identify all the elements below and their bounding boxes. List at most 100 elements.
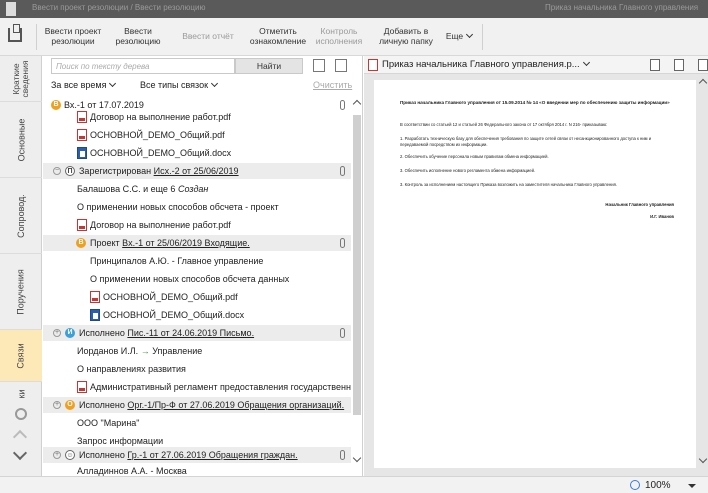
scroll-down-icon[interactable] <box>352 453 362 463</box>
viewer-scrollbar[interactable] <box>698 76 708 466</box>
link-title: Проект Вх.-1 от 25/06/2019 Входящие. <box>90 235 250 251</box>
gear-icon[interactable] <box>15 408 27 420</box>
expand-icon[interactable]: − <box>53 167 61 175</box>
tree-scrollbar[interactable] <box>352 97 362 467</box>
add-to-personal-folder-button[interactable]: Добавить в личную папку <box>374 26 438 46</box>
tree-row[interactable]: + О Исполнено Орг.-1/Пр-Ф от 27.06.2019 … <box>43 397 351 413</box>
attachment-icon <box>340 238 345 248</box>
file-name: ОСНОВНОЙ_DEMO_Общий.pdf <box>90 130 225 140</box>
tab-summary[interactable]: Краткие сведения <box>0 56 42 102</box>
document-icon[interactable] <box>698 59 708 71</box>
side-tabs: Краткие сведения Основные Сопровод. Пору… <box>0 56 42 476</box>
chevron-up-icon[interactable] <box>12 429 28 445</box>
zoom-icon[interactable] <box>630 480 640 490</box>
open-file-icon[interactable] <box>650 59 660 71</box>
scroll-thumb[interactable] <box>353 115 361 415</box>
file-name: ОСНОВНОЙ_DEMO_Общий.docx <box>90 148 232 158</box>
filters-bar: За все время Все типы связок Очистить <box>51 79 352 94</box>
letter-doc-icon: И <box>65 328 75 338</box>
tab-summary-label: Краткие сведения <box>11 60 30 97</box>
tree-search-input[interactable]: Поиск по тексту дерева <box>51 58 235 74</box>
chevron-down-icon <box>109 79 117 88</box>
link-type-filter[interactable]: Все типы связок <box>140 79 219 90</box>
clear-filters-link[interactable]: Очистить <box>313 80 352 90</box>
tree-row[interactable]: О направлениях развития <box>43 361 351 377</box>
tab-links[interactable]: Связи <box>0 330 42 382</box>
search-button[interactable]: Найти <box>235 58 303 74</box>
author-name: Иорданов И.Л. <box>77 346 139 356</box>
tree-row[interactable]: ООО "Марина" <box>43 415 351 431</box>
docx-file-icon <box>77 147 87 159</box>
tree-row[interactable]: + И Исполнено Пис.-11 от 24.06.2019 Пись… <box>43 325 351 341</box>
tree-row[interactable]: Балашова С.С. и еще 6 Создан <box>43 181 351 197</box>
scroll-down-icon[interactable] <box>698 454 708 464</box>
expand-icon[interactable]: + <box>53 329 61 337</box>
doc-link[interactable]: Вх.-1 от 25/06/2019 Входящие. <box>122 238 250 248</box>
doc-paragraph: В соответствии со статьей 12 и статьей 2… <box>400 122 608 127</box>
expand-icon[interactable]: + <box>53 451 61 459</box>
expand-icon[interactable]: + <box>53 401 61 409</box>
tab-main[interactable]: Основные <box>0 102 42 178</box>
author-name: Балашова С.С. и еще 6 <box>77 184 176 194</box>
file-name: ОСНОВНОЙ_DEMO_Общий.docx <box>103 310 245 320</box>
tree-row[interactable]: Договор на выполнение работ.pdf <box>43 109 351 125</box>
edit-icon[interactable] <box>335 59 347 72</box>
tree-row[interactable]: ОСНОВНОЙ_DEMO_Общий.docx <box>43 307 351 323</box>
recipient: Управление <box>152 346 203 356</box>
chevron-down-icon[interactable] <box>12 445 28 461</box>
doc-link[interactable]: Гр.-1 от 27.06.2019 Обращения граждан. <box>127 450 297 460</box>
link-status: Исполнено <box>79 328 125 338</box>
status-bar: 100% <box>0 476 708 493</box>
period-filter[interactable]: За все время <box>51 79 117 90</box>
more-menu-button[interactable]: Еще <box>444 30 474 41</box>
doc-paragraph: 3. Контроль за исполнением настоящего Пр… <box>400 182 618 187</box>
toolbar-button-label-line: ознакомление <box>249 36 307 46</box>
scroll-up-icon[interactable] <box>698 78 708 88</box>
window-title-left: Ввести проект резолюции / Ввести резолюц… <box>32 3 206 12</box>
doc-link[interactable]: Пис.-11 от 24.06.2019 Письмо. <box>127 328 254 338</box>
doc-link[interactable]: Исх.-2 от 25/06/2019 <box>154 166 239 176</box>
new-window-icon[interactable] <box>674 59 684 71</box>
create-report-button[interactable]: Ввести отчёт <box>178 31 238 41</box>
create-resolution-draft-button[interactable]: Ввести проект резолюции <box>44 26 102 46</box>
tree-row[interactable]: О применении новых способов обсчета данн… <box>43 271 351 287</box>
tree-row[interactable]: + ☺ Исполнено Гр.-1 от 27.06.2019 Обраще… <box>43 447 351 463</box>
doc-link[interactable]: Орг.-1/Пр-Ф от 27.06.2019 Обращения орга… <box>127 400 344 410</box>
doc-summary: О применении новых способов обсчета - пр… <box>77 202 279 212</box>
execution-control-button[interactable]: Контроль исполнения <box>314 26 364 46</box>
tab-assignments[interactable]: Поручения <box>0 254 42 330</box>
tree-row[interactable]: Договор на выполнение работ.pdf <box>43 217 351 233</box>
toolbar-button-label-line: резолюции <box>51 36 95 46</box>
tree-row[interactable]: ОСНОВНОЙ_DEMO_Общий.pdf <box>43 127 351 143</box>
tree-row[interactable]: Иорданов И.Л. → Управление <box>43 343 351 359</box>
tab-accompanying[interactable]: Сопровод. <box>0 178 42 254</box>
tree-row[interactable]: − П Зарегистрирован Исх.-2 от 25/06/2019 <box>43 163 351 179</box>
zoom-dropdown-icon[interactable] <box>688 484 696 488</box>
doc-summary: О применении новых способов обсчета данн… <box>90 274 290 284</box>
links-panel: Поиск по тексту дерева Найти За все врем… <box>43 56 363 476</box>
file-selector[interactable]: Приказ начальника Главного управления.р.… <box>382 58 590 70</box>
mark-acquainted-button[interactable]: Отметить ознакомление <box>248 26 308 46</box>
toolbar-button-label-line: личную папку <box>379 36 433 46</box>
link-title: Зарегистрирован Исх.-2 от 25/06/2019 <box>79 163 239 179</box>
toolbar-button-label-line: Контроль <box>320 26 358 36</box>
tree-row[interactable]: ОСНОВНОЙ_DEMO_Общий.docx <box>43 145 351 161</box>
file-name: Административный регламент предоставлени… <box>90 382 351 392</box>
tree-row[interactable]: Принципалов А.Ю. - Главное управление <box>43 253 351 269</box>
doc-paragraph: 2. Обеспечить обучение персонала новым п… <box>400 154 549 159</box>
create-resolution-button[interactable]: Ввести резолюцию <box>112 26 164 46</box>
tree-row[interactable]: Алладиннов А.А. - Москва <box>43 463 351 476</box>
inbox-icon[interactable] <box>8 24 22 42</box>
toolbar-button-label-line: Ввести <box>124 26 152 36</box>
export-icon[interactable] <box>313 59 325 72</box>
tree-row[interactable]: Административный регламент предоставлени… <box>43 379 351 395</box>
scroll-up-icon[interactable] <box>352 99 362 109</box>
tree-row[interactable]: В Проект Вх.-1 от 25/06/2019 Входящие. <box>43 235 351 251</box>
pdf-file-icon <box>90 291 100 303</box>
tree-row[interactable]: О применении новых способов обсчета - пр… <box>43 199 351 215</box>
attachment-icon <box>340 450 345 460</box>
tab-accompanying-label: Сопровод. <box>16 193 27 238</box>
tree-row[interactable]: ОСНОВНОЙ_DEMO_Общий.pdf <box>43 289 351 305</box>
tab-other[interactable]: ки <box>0 382 42 406</box>
signature-title: Начальник Главного управления <box>605 202 674 207</box>
